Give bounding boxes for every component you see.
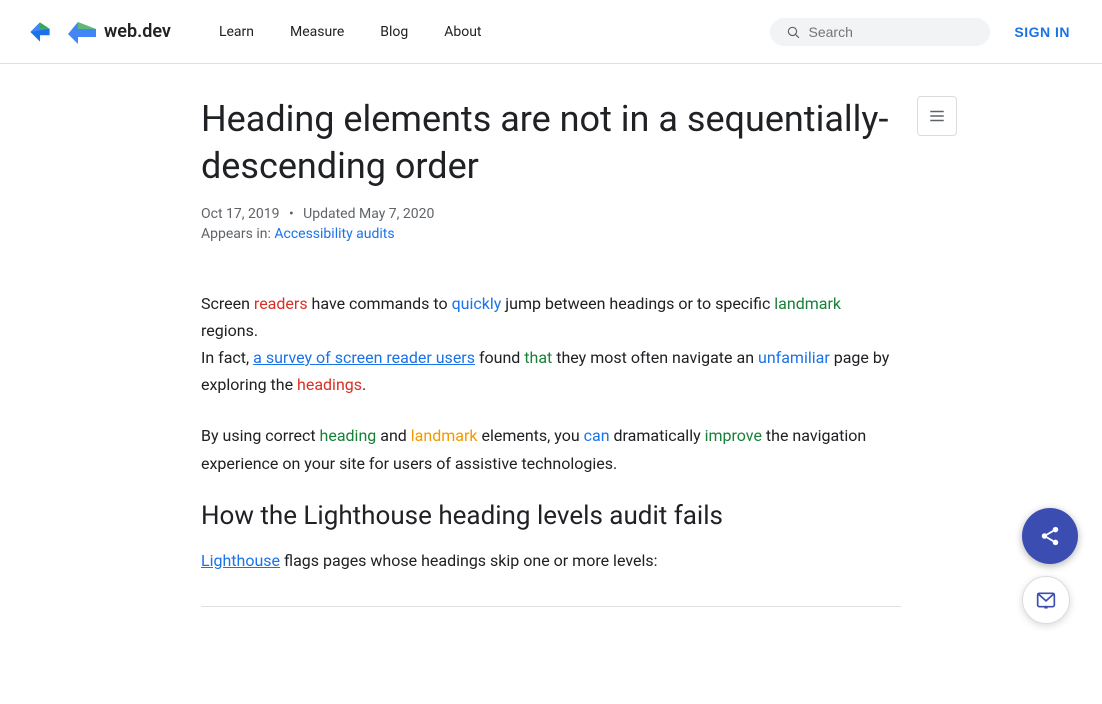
bottom-divider (201, 606, 901, 607)
sign-in-button[interactable]: SIGN IN (1006, 16, 1078, 48)
site-header: web.dev Learn Measure Blog About SIGN IN (0, 0, 1102, 64)
toc-icon (928, 107, 946, 125)
p1-landmark: landmark (774, 294, 841, 313)
p1-text-3: jump between headings or to specific (501, 294, 774, 313)
article-date: Oct 17, 2019 (201, 206, 279, 222)
logo-text: web.dev (104, 21, 171, 42)
nav-item-about[interactable]: About (428, 16, 497, 48)
fab-area (1022, 508, 1078, 624)
lighthouse-link[interactable]: Lighthouse (201, 551, 280, 570)
search-icon (786, 24, 800, 40)
search-box[interactable] (770, 18, 990, 46)
header-right: SIGN IN (770, 16, 1078, 48)
survey-link[interactable]: a survey of screen reader users (253, 348, 475, 367)
logo-link[interactable]: web.dev (24, 16, 171, 48)
meta-separator: • (289, 206, 294, 222)
nav-item-learn[interactable]: Learn (203, 16, 270, 48)
p2-improve: improve (705, 426, 762, 445)
p1-text-8: . (362, 375, 366, 394)
p1-text-4: regions. (201, 321, 258, 340)
p2-can: can (584, 426, 610, 445)
p2-heading: heading (320, 426, 377, 445)
email-icon (1036, 590, 1056, 610)
p3-rest: flags pages whose headings skip one or m… (280, 551, 657, 570)
share-button[interactable] (1022, 508, 1078, 564)
p1-infact: In fact, (201, 348, 253, 367)
article-meta: Oct 17, 2019 • Updated May 7, 2020 (201, 206, 901, 222)
appears-in: Appears in: Accessibility audits (201, 226, 901, 242)
p1-text-2: have commands to (308, 294, 452, 313)
main-nav: Learn Measure Blog About (203, 16, 770, 48)
p1-headings: headings (297, 375, 362, 394)
paragraph-1: Screen readers have commands to quickly … (201, 290, 901, 399)
p2-text-2: and (376, 426, 411, 445)
paragraph-3: Lighthouse flags pages whose headings sk… (201, 547, 901, 574)
p2-text-1: By using correct (201, 426, 320, 445)
p2-landmark: landmark (411, 426, 478, 445)
p1-that: that (524, 348, 552, 367)
article-updated: Updated May 7, 2020 (303, 206, 434, 222)
logo-shape (64, 16, 96, 48)
p2-text-3: elements, you (477, 426, 583, 445)
share-icon (1039, 525, 1061, 547)
p1-quickly: quickly (452, 294, 502, 313)
paragraph-2: By using correct heading and landmark el… (201, 422, 901, 476)
article-title: Heading elements are not in a sequential… (201, 96, 901, 190)
p2-text-4: dramatically (610, 426, 705, 445)
page-wrapper[interactable]: Heading elements are not in a sequential… (0, 64, 1102, 704)
p1-text-5: found (475, 348, 524, 367)
email-button[interactable] (1022, 576, 1070, 624)
nav-item-blog[interactable]: Blog (364, 16, 424, 48)
logo-icon (24, 16, 56, 48)
accessibility-audits-link[interactable]: Accessibility audits (274, 226, 394, 242)
main-content: Heading elements are not in a sequential… (121, 64, 981, 704)
p1-text-6: they most often navigate an (552, 348, 758, 367)
p1-text-1: Screen (201, 294, 254, 313)
p1-readers: readers (254, 294, 308, 313)
search-input[interactable] (809, 24, 975, 40)
article-body: Screen readers have commands to quickly … (201, 290, 901, 607)
p1-unfamiliar: unfamiliar (758, 348, 830, 367)
toc-button[interactable] (917, 96, 957, 136)
appears-in-label: Appears in: (201, 226, 271, 242)
nav-item-measure[interactable]: Measure (274, 16, 360, 48)
section-heading: How the Lighthouse heading levels audit … (201, 501, 901, 531)
